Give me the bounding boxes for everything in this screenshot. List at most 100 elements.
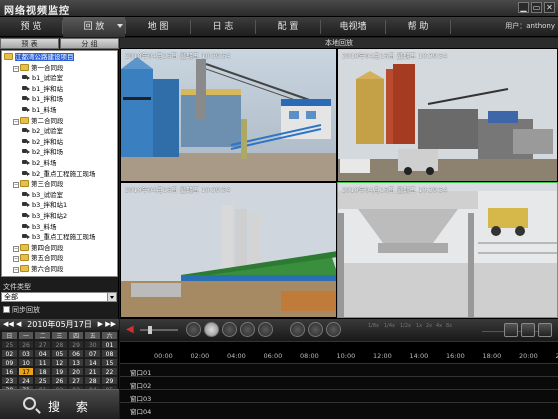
calendar-day[interactable]: 30 (84, 340, 102, 349)
timeline-row[interactable]: 窗口01 (120, 363, 558, 377)
tree-camera-item[interactable]: b1_料场 (22, 105, 57, 115)
search-button[interactable]: 搜 索 (0, 389, 119, 419)
calendar-day[interactable]: 26 (51, 376, 68, 385)
menu-preview[interactable]: 预 览 (0, 17, 62, 37)
calendar-day[interactable]: 12 (51, 358, 68, 367)
tree-camera-item[interactable]: b1_拌和站 (22, 84, 63, 94)
calendar-day[interactable]: 11 (34, 358, 52, 367)
timeline-row[interactable]: 窗口04 (120, 402, 558, 419)
calendar-day[interactable]: 10 (17, 358, 35, 367)
tree-camera-item[interactable]: b1_拌和场 (22, 94, 63, 104)
calendar-day[interactable]: 26 (17, 340, 35, 349)
calendar-day[interactable]: 27 (34, 340, 52, 349)
expand-toggle-icon[interactable]: − (13, 267, 19, 273)
close-icon[interactable]: ✕ (544, 2, 555, 13)
fast-button[interactable] (258, 322, 273, 337)
menu-config[interactable]: 配 置 (256, 17, 320, 37)
snapshot-button[interactable] (290, 322, 305, 337)
expand-toggle-icon[interactable]: − (13, 65, 19, 72)
tree-camera-item[interactable]: b2_重点工程施工现场 (22, 169, 96, 179)
expand-toggle-icon[interactable]: − (13, 245, 19, 252)
menu-log[interactable]: 日 志 (191, 17, 255, 37)
tree-group-item[interactable]: − 第六合同段 (13, 264, 64, 274)
calendar-day[interactable]: 28 (84, 376, 102, 385)
calendar-day[interactable]: 20 (67, 367, 85, 376)
tree-group-item[interactable]: − 第四合同段 (13, 243, 64, 253)
calendar-next-button[interactable]: ▶ ▶▶ (98, 319, 116, 330)
volume-handle[interactable] (148, 326, 152, 334)
chevron-down-icon[interactable] (117, 24, 123, 28)
calendar-day[interactable]: 16 (1, 367, 18, 376)
video-pane-2[interactable]: 2010年04月16日 星期五 10:39:54 (337, 48, 558, 182)
tree-camera-item[interactable]: b2_料场 (22, 158, 57, 168)
stop-button[interactable] (222, 322, 237, 337)
calendar-day[interactable]: 27 (67, 376, 85, 385)
sync-playback-checkbox[interactable]: 同步回放 (3, 305, 40, 315)
video-pane-1[interactable]: 2010年04月16日 星期五 10:39:54 (120, 48, 337, 182)
clip-button[interactable] (308, 322, 323, 337)
pause-button[interactable] (186, 322, 201, 337)
tree-group-item[interactable]: 江都湾公路建设项目 (4, 52, 74, 62)
menu-tv-wall[interactable]: 电视墙 (321, 17, 385, 37)
tree-group-item[interactable]: − 第三合同段 (13, 179, 64, 189)
file-type-select[interactable]: 全部 (1, 292, 117, 302)
tree-camera-item[interactable]: b3_料场 (22, 222, 57, 232)
tree-group-item[interactable]: − 第一合同段 (13, 63, 64, 73)
menu-playback[interactable]: 回 放 (63, 17, 125, 37)
calendar-prev-button[interactable]: ◀◀ ◀ (3, 319, 21, 330)
calendar-day[interactable]: 07 (84, 349, 102, 358)
volume-slider[interactable] (140, 329, 178, 331)
device-tree[interactable]: 江都湾公路建设项目 − 第一合同段 b1_试验室 b1_拌和站 b1_拌和场 b1_料场 − 第… (1, 50, 118, 277)
calendar-day[interactable]: 14 (84, 358, 102, 367)
video-pane-4[interactable]: 2010年04月16日 星期五 10:39:54 (337, 182, 558, 318)
tree-camera-item[interactable]: b3_拌和站2 (22, 211, 67, 221)
maximize-icon[interactable]: ▭ (531, 2, 542, 13)
chevron-down-icon[interactable] (107, 293, 116, 301)
calendar-day[interactable]: 01 (101, 340, 118, 349)
expand-toggle-icon[interactable]: − (13, 256, 19, 263)
tree-camera-item[interactable]: b3_重点工程施工现场 (22, 232, 96, 242)
tree-group-item[interactable]: − 第五合同段 (13, 253, 64, 263)
calendar-day[interactable]: 22 (101, 367, 118, 376)
tab-device-list[interactable]: 预 表 (0, 38, 59, 49)
tree-camera-item[interactable]: b2_试验室 (22, 126, 63, 136)
calendar-day[interactable]: 29 (67, 340, 85, 349)
calendar-day[interactable]: 09 (1, 358, 18, 367)
tree-camera-item[interactable]: b2_拌和场 (22, 147, 63, 157)
expand-toggle-icon[interactable]: − (13, 182, 19, 189)
video-pane-3[interactable]: 2010年04月16日 星期五 10:39:54 (120, 182, 337, 318)
calendar-day[interactable]: 13 (67, 358, 85, 367)
calendar-day[interactable]: 02 (1, 349, 18, 358)
download-button[interactable] (326, 322, 341, 337)
calendar-day[interactable]: 28 (51, 340, 68, 349)
calendar-day[interactable]: 25 (1, 340, 18, 349)
tab-groups[interactable]: 分 组 (60, 38, 119, 49)
layout-1-button[interactable] (504, 323, 518, 337)
calendar-day[interactable]: 15 (101, 358, 118, 367)
layout-9-button[interactable] (538, 323, 552, 337)
tree-camera-item[interactable]: b3_试验室 (22, 190, 63, 200)
calendar-day[interactable]: 04 (34, 349, 52, 358)
play-button[interactable] (204, 322, 219, 337)
calendar-day[interactable]: 29 (101, 376, 118, 385)
calendar-day[interactable]: 25 (34, 376, 52, 385)
calendar-day[interactable]: 03 (17, 349, 35, 358)
layout-4-button[interactable] (521, 323, 535, 337)
calendar-day[interactable]: 17 (17, 367, 35, 376)
minimize-icon[interactable]: ▁ (518, 2, 529, 13)
menu-map[interactable]: 地 图 (126, 17, 190, 37)
calendar-day[interactable]: 18 (34, 367, 52, 376)
calendar-day[interactable]: 21 (84, 367, 102, 376)
calendar-day[interactable]: 19 (51, 367, 68, 376)
slow-button[interactable] (240, 322, 255, 337)
expand-toggle-icon[interactable]: − (13, 118, 19, 125)
tree-camera-item[interactable]: b2_拌和站 (22, 137, 63, 147)
tree-camera-item[interactable]: b3_拌和站1 (22, 200, 67, 210)
calendar-day[interactable]: 23 (1, 376, 18, 385)
timeline-row[interactable]: 窗口02 (120, 376, 558, 390)
calendar-day[interactable]: 24 (17, 376, 35, 385)
timeline-row[interactable]: 窗口03 (120, 389, 558, 403)
menu-help[interactable]: 帮 助 (386, 17, 450, 37)
calendar-day[interactable]: 08 (101, 349, 118, 358)
tree-camera-item[interactable]: b1_试验室 (22, 73, 63, 83)
